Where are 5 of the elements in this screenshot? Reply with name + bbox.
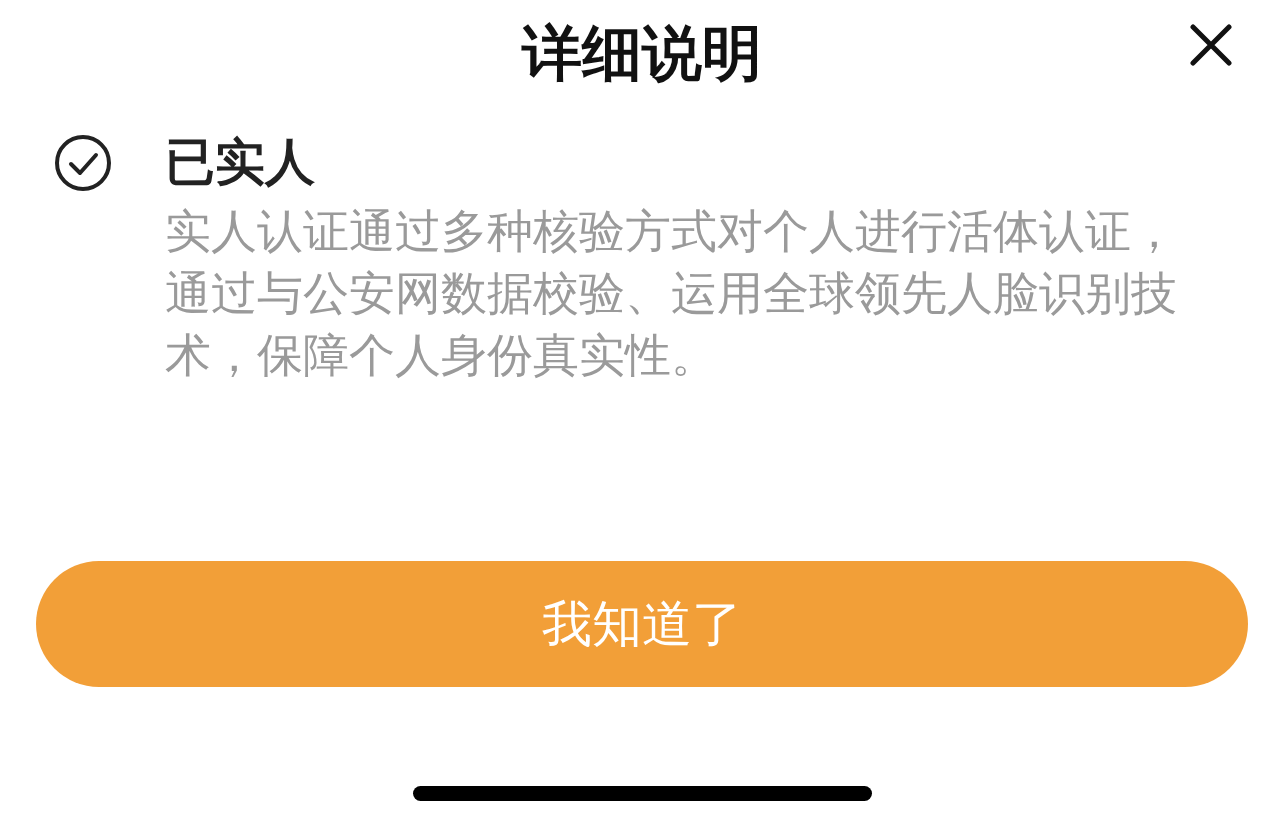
close-button[interactable] xyxy=(1190,24,1232,66)
confirm-button[interactable]: 我知道了 xyxy=(36,561,1248,687)
item-title: 已实人 xyxy=(165,132,316,192)
sheet-title: 详细说明 xyxy=(522,16,762,90)
item-description: 实人认证通过多种核验方式对个人进行活体认证，通过与公安网数据校验、运用全球领先人脸识别技术，保障个人身份真实性。 xyxy=(165,203,1178,384)
